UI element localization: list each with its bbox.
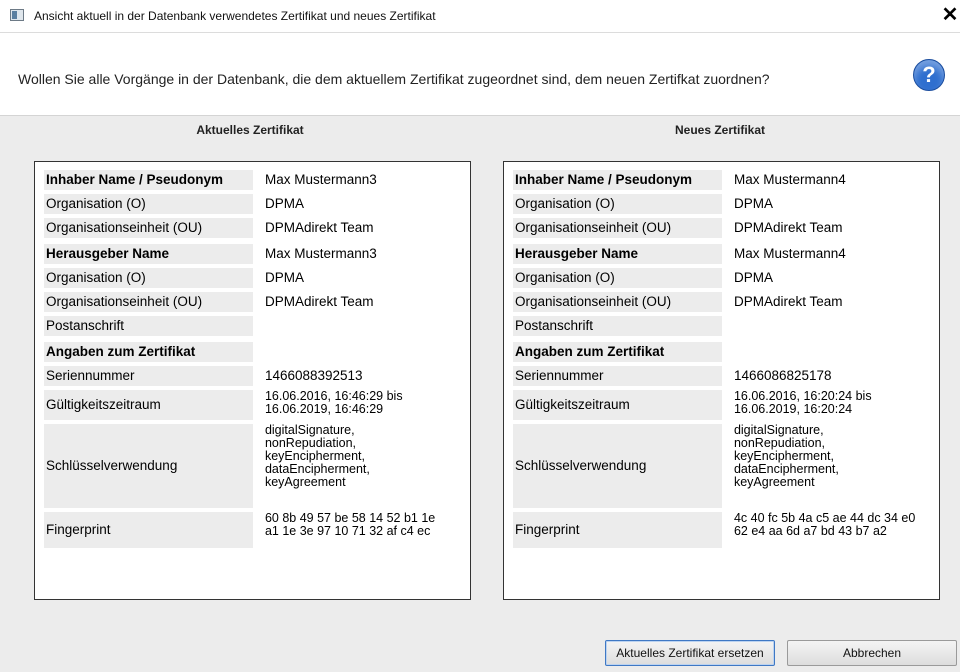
label-orgunit: Organisationseinheit (OU) [513,292,722,312]
value-postanschrift [734,316,923,336]
value-herausgeber-ou: DPMAdirekt Team [264,294,374,309]
label-schluessel: Schlüsselverwendung [44,424,253,508]
value-seriennummer: 1466088392513 [264,368,363,383]
value-fingerprint: 60 8b 49 57 be 58 14 52 b1 1e a1 1e 3e 9… [264,511,436,538]
help-icon[interactable]: ? [913,59,945,91]
label-orgunit: Organisationseinheit (OU) [44,218,253,238]
label-orgunit: Organisationseinheit (OU) [44,292,253,312]
value-inhaber-ou: DPMAdirekt Team [733,220,843,235]
value-gueltigkeit: 16.06.2016, 16:46:29 bis 16.06.2019, 16:… [264,389,403,416]
new-cert-panel: Inhaber Name / Pseudonym Max Mustermann4… [503,161,940,600]
value-herausgeber-ou: DPMAdirekt Team [733,294,843,309]
current-cert-panel: Inhaber Name / Pseudonym Max Mustermann3… [34,161,471,600]
window-title: Ansicht aktuell in der Datenbank verwend… [34,9,436,23]
value-herausgeber-org: DPMA [733,270,773,285]
value-seriennummer: 1466086825178 [733,368,832,383]
label-seriennummer: Seriennummer [513,366,722,386]
label-org: Organisation (O) [513,268,722,288]
value-inhaber-org: DPMA [264,196,304,211]
label-angaben: Angaben zum Zertifikat [513,342,722,362]
label-postanschrift: Postanschrift [513,316,722,336]
cancel-button[interactable]: Abbrechen [787,640,957,666]
label-herausgeber: Herausgeber Name [513,244,722,264]
label-org: Organisation (O) [44,194,253,214]
label-seriennummer: Seriennummer [44,366,253,386]
value-inhaber-name: Max Mustermann3 [264,172,377,187]
question-text: Wollen Sie alle Vorgänge in der Datenban… [18,71,770,87]
label-fingerprint: Fingerprint [513,512,722,548]
close-icon[interactable]: ✕ [940,4,960,26]
label-org: Organisation (O) [44,268,253,288]
value-postanschrift [265,316,454,336]
title-bar: Ansicht aktuell in der Datenbank verwend… [0,0,960,33]
label-schluessel: Schlüsselverwendung [513,424,722,508]
label-inhaber: Inhaber Name / Pseudonym [513,170,722,190]
label-gueltigkeit: Gültigkeitszeitraum [513,390,722,420]
value-herausgeber-name: Max Mustermann3 [264,246,377,261]
replace-certificate-button[interactable]: Aktuelles Zertifikat ersetzen [605,640,775,666]
label-gueltigkeit: Gültigkeitszeitraum [44,390,253,420]
value-fingerprint: 4c 40 fc 5b 4a c5 ae 44 dc 34 e0 62 e4 a… [733,511,916,538]
value-inhaber-ou: DPMAdirekt Team [264,220,374,235]
current-cert-heading: Aktuelles Zertifikat [196,123,304,137]
label-herausgeber: Herausgeber Name [44,244,253,264]
label-angaben: Angaben zum Zertifikat [44,342,253,362]
label-inhaber: Inhaber Name / Pseudonym [44,170,253,190]
value-herausgeber-org: DPMA [264,270,304,285]
label-postanschrift: Postanschrift [44,316,253,336]
label-fingerprint: Fingerprint [44,512,253,548]
value-gueltigkeit: 16.06.2016, 16:20:24 bis 16.06.2019, 16:… [733,389,872,416]
label-orgunit: Organisationseinheit (OU) [513,218,722,238]
value-inhaber-org: DPMA [733,196,773,211]
value-schluessel: digitalSignature, nonRepudiation, keyEnc… [733,423,839,489]
value-schluessel: digitalSignature, nonRepudiation, keyEnc… [264,423,370,489]
new-cert-heading: Neues Zertifikat [674,123,766,137]
window-icon [10,9,24,21]
label-org: Organisation (O) [513,194,722,214]
dialog-header: Wollen Sie alle Vorgänge in der Datenban… [0,33,960,116]
value-herausgeber-name: Max Mustermann4 [733,246,846,261]
value-inhaber-name: Max Mustermann4 [733,172,846,187]
